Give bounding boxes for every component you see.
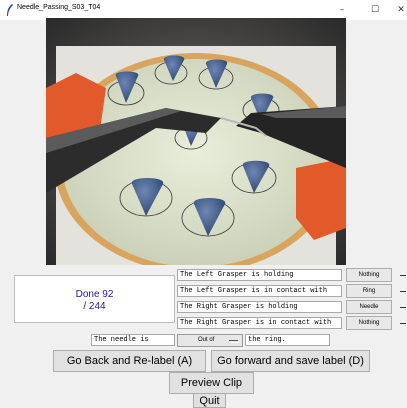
surgical-scene-image [46, 18, 346, 265]
quit-button[interactable]: Quit [193, 393, 226, 408]
needle-state-value: Out of [198, 337, 215, 343]
row-dash-3 [400, 307, 406, 308]
video-frame [46, 18, 346, 265]
progress-done: Done 92 [75, 289, 114, 300]
needle-state-option-menu[interactable]: Out of [177, 334, 243, 347]
app-window: Needle_Passing_S03_T04 – ☐ ✕ Done 92 / 2… [0, 0, 407, 408]
option-menu-indicator-icon [229, 340, 238, 343]
close-button[interactable]: ✕ [389, 2, 407, 18]
maximize-button[interactable]: ☐ [363, 2, 387, 18]
title-bar: Needle_Passing_S03_T04 – ☐ ✕ [0, 0, 407, 20]
window-title: Needle_Passing_S03_T04 [17, 4, 101, 11]
left-grasper-contact-field[interactable]: The Left Grasper is in contact with [177, 285, 342, 297]
row-dash-1 [400, 275, 406, 276]
forward-save-button[interactable]: Go forward and save label (D) [211, 350, 370, 372]
right-grasper-holding-field[interactable]: The Right Grasper is holding [177, 301, 342, 313]
minimize-button[interactable]: – [330, 2, 354, 18]
left-grasper-contact-button[interactable]: Ring [346, 284, 392, 298]
progress-counter: Done 92 / 244 [14, 275, 175, 323]
feather-icon [7, 4, 13, 16]
needle-label-field[interactable]: The needle is [91, 334, 175, 346]
back-relabel-button[interactable]: Go Back and Re-label (A) [53, 350, 206, 372]
needle-suffix-field[interactable]: the ring. [245, 334, 330, 346]
row-dash-2 [400, 291, 406, 292]
right-grasper-holding-button[interactable]: Needle [346, 300, 392, 314]
left-grasper-holding-field[interactable]: The Left Grasper is holding [177, 269, 342, 281]
preview-clip-button[interactable]: Preview Clip [169, 372, 254, 394]
right-grasper-contact-button[interactable]: Nothing [346, 316, 392, 330]
right-grasper-contact-field[interactable]: The Right Grasper is in contact with [177, 317, 342, 329]
row-dash-4 [400, 323, 406, 324]
progress-total: / 244 [83, 301, 106, 312]
left-grasper-holding-button[interactable]: Nothing [346, 268, 392, 282]
